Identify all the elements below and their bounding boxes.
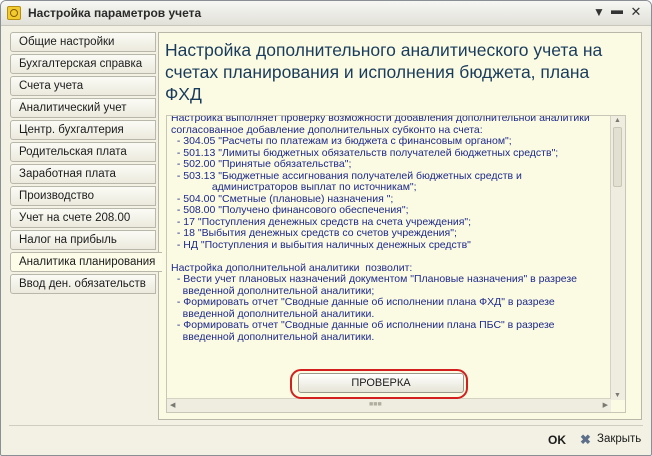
- sidebar-item-salary[interactable]: Заработная плата: [10, 164, 156, 184]
- sidebar-item-general[interactable]: Общие настройки: [10, 32, 156, 52]
- scroll-left-icon[interactable]: ◀: [170, 401, 175, 409]
- ok-button[interactable]: OK: [548, 433, 566, 447]
- minimize-icon[interactable]: ▬: [609, 2, 625, 18]
- description-text: Настройка выполняет проверку возможности…: [171, 115, 590, 343]
- vertical-scrollbar[interactable]: ▲ ▼: [610, 116, 625, 400]
- footer-divider: [9, 425, 643, 426]
- sidebar-item-profit-tax[interactable]: Налог на прибыль: [10, 230, 156, 250]
- page-title: Настройка дополнительного аналитического…: [165, 40, 603, 104]
- sidebar-item-accounts[interactable]: Счета учета: [10, 76, 156, 96]
- scroll-thumb[interactable]: [613, 127, 622, 187]
- scroll-up-icon[interactable]: ▲: [614, 117, 621, 124]
- horizontal-scrollbar[interactable]: ◀ ■■■ ▶: [167, 398, 611, 412]
- sidebar-item-monetary-obligations[interactable]: Ввод ден. обязательств: [10, 274, 156, 294]
- scroll-grip-icon[interactable]: ■■■: [369, 401, 382, 408]
- main-panel: Настройка дополнительного аналитического…: [158, 32, 642, 420]
- title-bar: Настройка параметров учета ▼ ▬ ✕: [1, 1, 651, 26]
- settings-sidebar: Общие настройки Бухгалтерская справка Сч…: [10, 32, 162, 402]
- settings-window: Настройка параметров учета ▼ ▬ ✕ Общие н…: [0, 0, 652, 456]
- x-icon: ✖: [580, 432, 591, 447]
- sidebar-item-central-accounting[interactable]: Центр. бухгалтерия: [10, 120, 156, 140]
- sidebar-item-accounting-reference[interactable]: Бухгалтерская справка: [10, 54, 156, 74]
- description-text-area[interactable]: Настройка выполняет проверку возможности…: [166, 115, 626, 413]
- sidebar-item-planning-analytics[interactable]: Аналитика планирования: [10, 252, 162, 272]
- window-title: Настройка параметров учета: [28, 6, 202, 20]
- sidebar-item-production[interactable]: Производство: [10, 186, 156, 206]
- close-button[interactable]: Закрыть: [597, 433, 641, 445]
- check-button[interactable]: ПРОВЕРКА: [298, 373, 464, 393]
- scroll-down-icon[interactable]: ▼: [614, 392, 621, 399]
- sidebar-item-analytical-accounting[interactable]: Аналитический учет: [10, 98, 156, 118]
- menu-icon[interactable]: ▼: [591, 4, 607, 20]
- scroll-right-icon[interactable]: ▶: [603, 401, 608, 409]
- app-icon: [7, 6, 21, 20]
- sidebar-item-parental-fee[interactable]: Родительская плата: [10, 142, 156, 162]
- close-icon[interactable]: ✕: [628, 4, 644, 20]
- sidebar-item-account-208[interactable]: Учет на счете 208.00: [10, 208, 156, 228]
